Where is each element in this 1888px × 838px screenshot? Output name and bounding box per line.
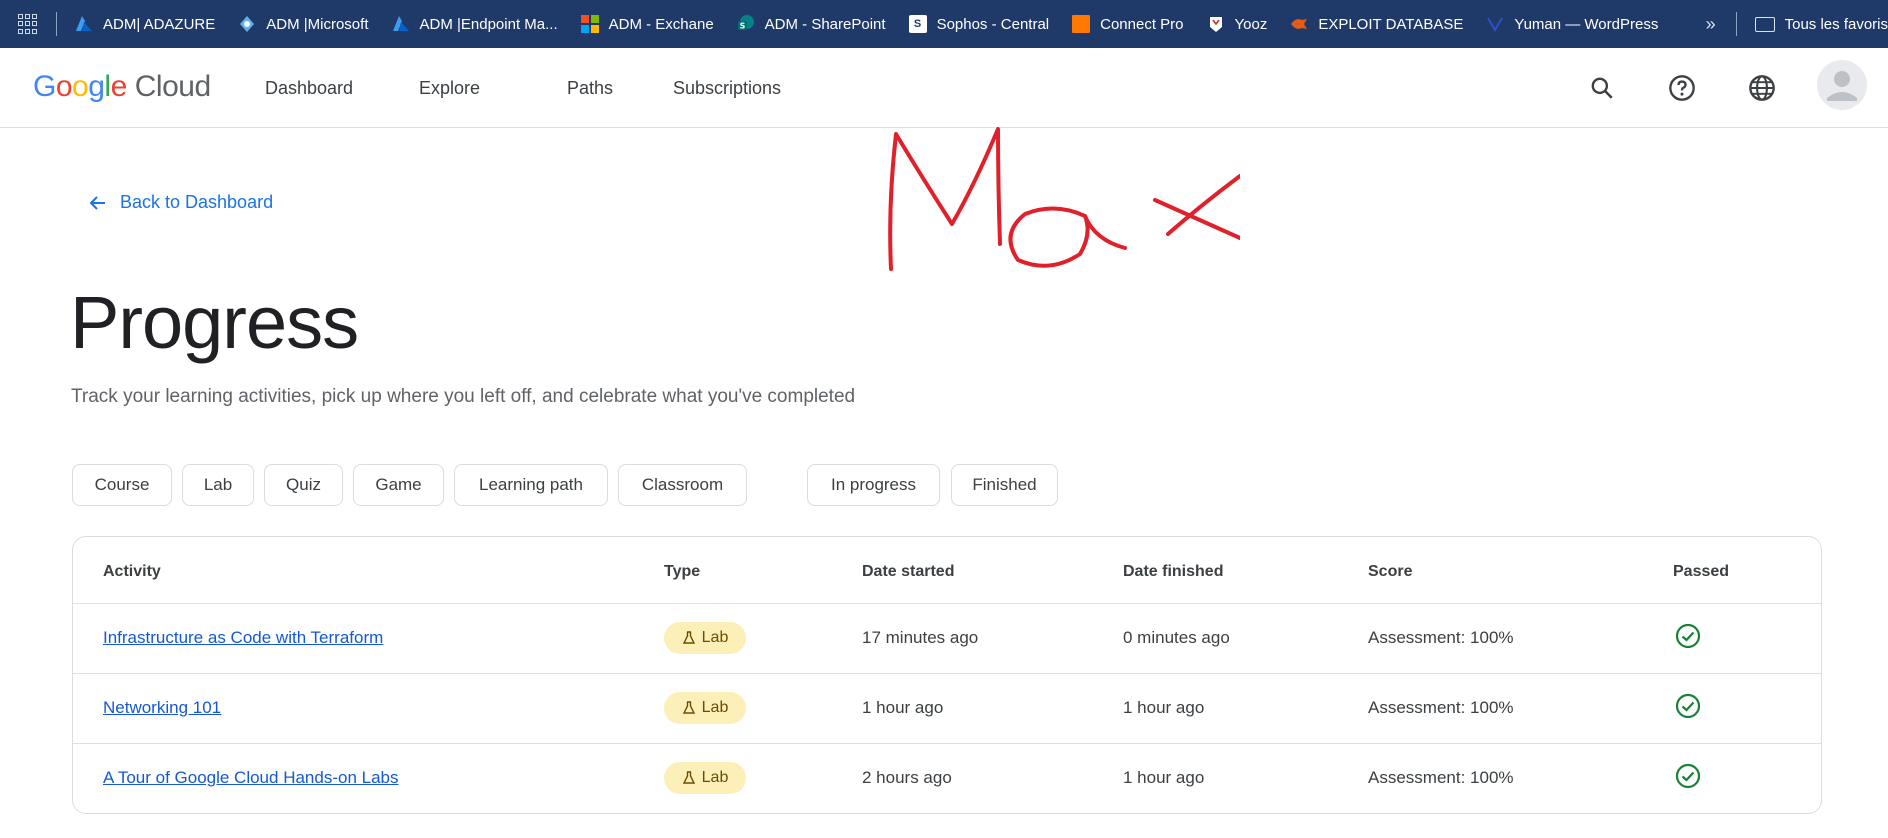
- avatar[interactable]: [1817, 60, 1867, 110]
- date-started: 1 hour ago: [862, 698, 944, 717]
- microsoft-icon: [580, 15, 599, 33]
- flask-icon: [682, 771, 695, 784]
- filter-chip-quiz[interactable]: Quiz: [264, 464, 343, 506]
- header-divider: [73, 603, 1821, 604]
- activity-link[interactable]: Networking 101: [103, 698, 221, 717]
- bookmark-sharepoint[interactable]: S ADM - SharePoint: [737, 15, 886, 33]
- apps-grid-icon[interactable]: [18, 14, 38, 34]
- date-started: 17 minutes ago: [862, 628, 979, 647]
- sophos-icon: S: [908, 15, 927, 33]
- bookmark-yooz[interactable]: Yooz: [1207, 15, 1267, 33]
- search-icon[interactable]: [1584, 70, 1620, 106]
- type-badge-lab: Lab: [664, 692, 746, 724]
- passed-check-icon: [1675, 693, 1701, 719]
- column-header-score: Score: [1368, 563, 1413, 580]
- row-divider: [73, 743, 1821, 744]
- bookmark-microsoft[interactable]: ADM |Microsoft: [238, 15, 369, 33]
- yuman-icon: [1486, 15, 1504, 33]
- type-badge-lab: Lab: [664, 762, 746, 794]
- bookmark-exploit-db[interactable]: EXPLOIT DATABASE: [1290, 15, 1463, 33]
- sharepoint-icon: S: [737, 15, 755, 33]
- bookmark-endpoint[interactable]: ADM |Endpoint Ma...: [392, 15, 558, 33]
- filter-chip-lab[interactable]: Lab: [182, 464, 254, 506]
- passed-check-icon: [1675, 623, 1701, 649]
- user-avatar-icon: [1827, 71, 1857, 101]
- nav-paths[interactable]: Paths: [567, 48, 613, 128]
- filter-chip-course[interactable]: Course: [72, 464, 172, 506]
- column-header-type: Type: [664, 563, 701, 580]
- arrow-left-icon: [89, 195, 105, 210]
- google-cloud-logo[interactable]: Google Cloud: [33, 70, 211, 104]
- filter-chip-game[interactable]: Game: [353, 464, 444, 506]
- filter-chip-learning-path[interactable]: Learning path: [454, 464, 608, 506]
- date-finished: 0 minutes ago: [1123, 628, 1230, 647]
- filter-chip-in-progress[interactable]: In progress: [807, 464, 940, 506]
- bookmark-yuman[interactable]: Yuman — WordPress: [1486, 15, 1658, 33]
- progress-table: Activity Type Date started Date finished…: [72, 536, 1822, 814]
- azure-ad-icon: [238, 15, 256, 33]
- all-bookmarks-folder[interactable]: Tous les favoris: [1735, 12, 1888, 36]
- language-globe-icon[interactable]: [1744, 70, 1780, 106]
- score: Assessment: 100%: [1368, 628, 1514, 647]
- page-title: Progress: [70, 281, 359, 364]
- column-header-passed: Passed: [1673, 563, 1730, 580]
- more-bookmarks-icon[interactable]: »: [1706, 14, 1716, 35]
- bookmarks-bar: ADM| ADAZURE ADM |Microsoft ADM |Endpoin…: [0, 0, 1888, 48]
- back-to-dashboard-link[interactable]: Back to Dashboard: [88, 192, 273, 213]
- filter-chip-classroom[interactable]: Classroom: [618, 464, 747, 506]
- nav-explore[interactable]: Explore: [419, 48, 480, 128]
- cloud-logo-text: Cloud: [134, 70, 211, 103]
- passed-check-icon: [1675, 763, 1701, 789]
- bookmark-sophos[interactable]: S Sophos - Central: [908, 15, 1049, 33]
- folder-icon: [1754, 16, 1775, 32]
- bookmark-exchange[interactable]: ADM - Exchane: [580, 15, 714, 33]
- flask-icon: [682, 701, 695, 714]
- bookmarks-divider: [56, 12, 57, 36]
- type-badge-lab: Lab: [664, 622, 746, 654]
- score: Assessment: 100%: [1368, 768, 1514, 787]
- orange-icon: [1072, 15, 1091, 33]
- filter-chip-finished[interactable]: Finished: [951, 464, 1058, 506]
- score: Assessment: 100%: [1368, 698, 1514, 717]
- row-divider: [73, 673, 1821, 674]
- exploitdb-icon: [1290, 15, 1308, 33]
- bookmark-adazure[interactable]: ADM| ADAZURE: [75, 15, 215, 33]
- azure-icon: [392, 15, 410, 33]
- flask-icon: [682, 631, 695, 644]
- column-header-date-started: Date started: [862, 563, 955, 580]
- date-finished: 1 hour ago: [1123, 768, 1205, 787]
- handwritten-max-annotation: [888, 127, 1240, 271]
- date-started: 2 hours ago: [862, 768, 952, 787]
- page-subtitle: Track your learning activities, pick up …: [71, 386, 856, 407]
- nav-subscriptions[interactable]: Subscriptions: [673, 48, 781, 128]
- column-header-date-finished: Date finished: [1123, 563, 1224, 580]
- column-header-activity: Activity: [103, 563, 161, 580]
- date-finished: 1 hour ago: [1123, 698, 1205, 717]
- azure-icon: [75, 15, 93, 33]
- nav-dashboard[interactable]: Dashboard: [265, 48, 353, 128]
- site-header: Google Cloud Dashboard Explore Paths Sub…: [0, 48, 1888, 128]
- svg-text:S: S: [739, 22, 745, 31]
- google-logo-text: Google: [33, 70, 127, 103]
- activity-link[interactable]: A Tour of Google Cloud Hands-on Labs: [103, 768, 399, 787]
- help-icon[interactable]: [1664, 70, 1700, 106]
- bookmark-connect-pro[interactable]: Connect Pro: [1072, 15, 1184, 33]
- yooz-icon: [1207, 15, 1225, 33]
- activity-link[interactable]: Infrastructure as Code with Terraform: [103, 628, 383, 647]
